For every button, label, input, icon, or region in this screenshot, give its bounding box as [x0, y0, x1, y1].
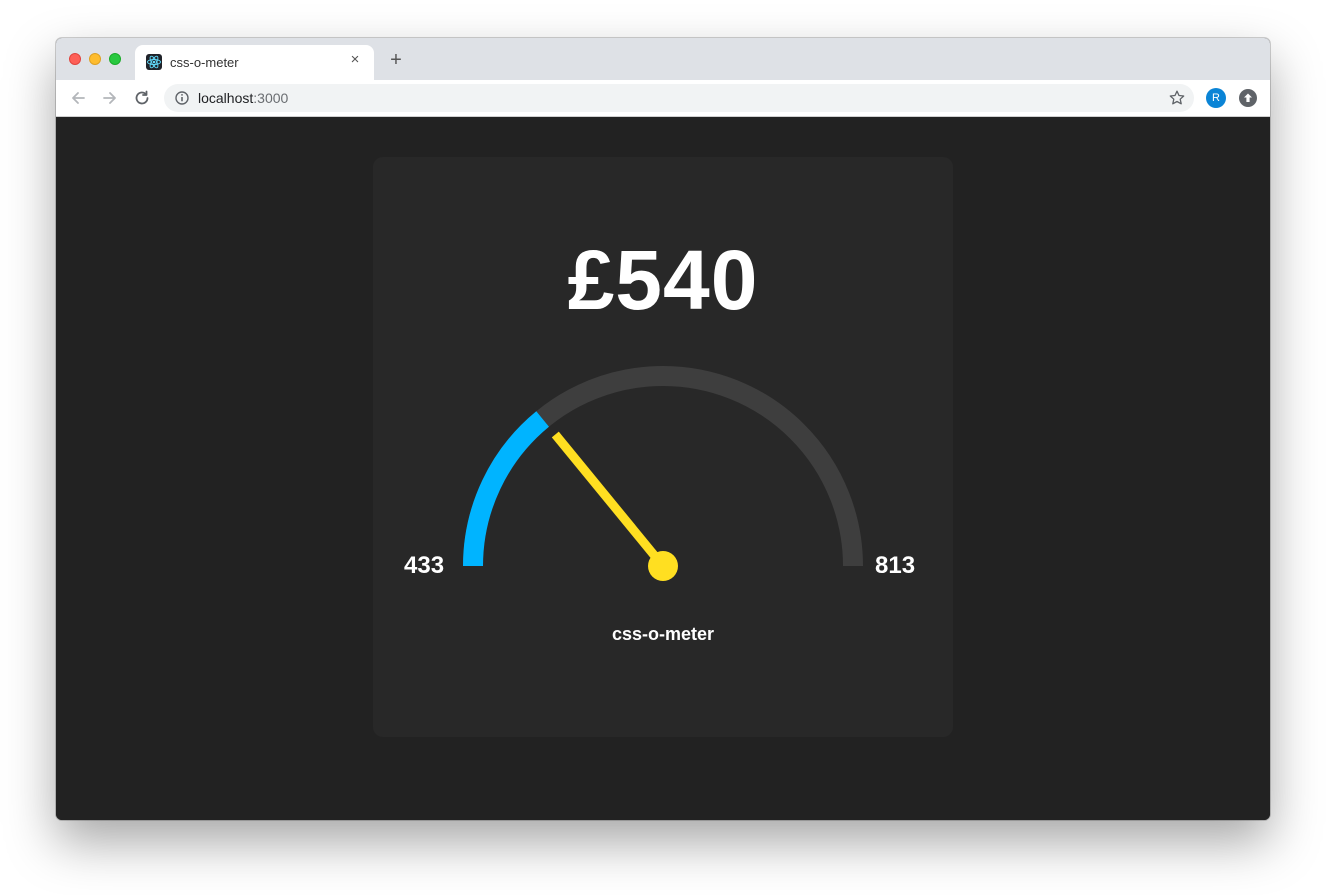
gauge-fill — [463, 411, 550, 567]
gauge-hub — [648, 551, 678, 581]
meter-card: £540 433 813 css-o-meter — [373, 157, 953, 737]
info-icon[interactable] — [174, 90, 190, 106]
react-icon — [146, 54, 162, 70]
page-viewport: £540 433 813 css-o-meter — [56, 117, 1270, 820]
zoom-window-button[interactable] — [109, 53, 121, 65]
profile-avatar[interactable]: R — [1206, 88, 1226, 108]
url-text: localhost:3000 — [198, 90, 288, 106]
gauge-needle — [551, 431, 667, 569]
minimize-window-button[interactable] — [89, 53, 101, 65]
url-host: localhost — [198, 90, 254, 106]
address-bar[interactable]: localhost:3000 — [164, 84, 1194, 112]
new-tab-button[interactable]: + — [386, 50, 406, 70]
browser-window: css-o-meter × + localhost:3000 R £540 43… — [56, 38, 1270, 820]
back-arrow-icon[interactable] — [67, 87, 89, 109]
tab-title: css-o-meter — [170, 55, 239, 70]
gauge — [463, 366, 863, 581]
close-tab-icon[interactable]: × — [346, 51, 364, 69]
tab-css-o-meter[interactable]: css-o-meter × — [135, 45, 374, 80]
extension-icon[interactable] — [1239, 89, 1257, 107]
url-port: :3000 — [253, 90, 289, 106]
tab-strip: css-o-meter × + — [56, 38, 1270, 80]
star-icon[interactable] — [1168, 89, 1186, 107]
meter-name: css-o-meter — [611, 624, 715, 644]
gauge-track — [463, 366, 863, 567]
forward-arrow-icon[interactable] — [99, 87, 121, 109]
reload-icon[interactable] — [131, 87, 153, 109]
close-window-button[interactable] — [69, 53, 81, 65]
browser-toolbar: localhost:3000 R — [56, 80, 1270, 117]
min-label: 433 — [404, 552, 445, 579]
max-label: 813 — [875, 552, 916, 579]
